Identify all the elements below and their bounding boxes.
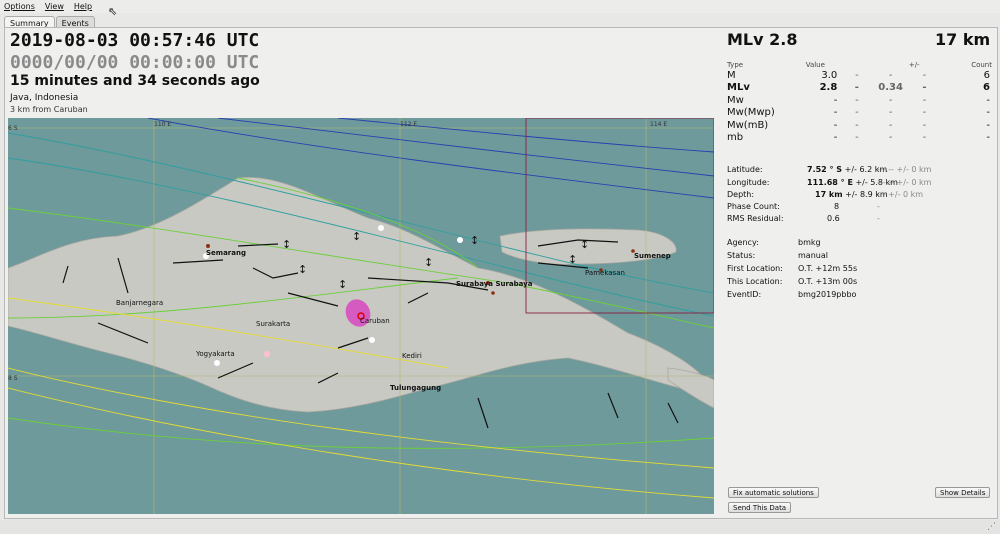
svg-text:↕: ↕: [352, 230, 361, 243]
table-row: Mw - - - - -: [727, 94, 990, 106]
place-label: Banjarnegara: [116, 299, 163, 307]
menu-bar: Options View Help: [0, 0, 1000, 13]
svg-text:↕: ↕: [424, 256, 433, 269]
status-bar: ⋰: [0, 520, 1000, 534]
place-label: Surakarta: [256, 320, 290, 328]
menu-view[interactable]: View: [45, 2, 64, 11]
java-island: [8, 176, 709, 413]
table-row: Mw(mB) - - - - -: [727, 119, 990, 131]
grid-label-112: 112 E: [400, 121, 417, 128]
svg-text:↕: ↕: [470, 234, 479, 247]
nearest-city: 3 km from Caruban: [10, 105, 88, 114]
fix-automatic-solutions-button[interactable]: Fix automatic solutions: [728, 487, 819, 498]
place-label: Sumenep: [634, 252, 671, 260]
svg-text:↕: ↕: [338, 278, 347, 291]
place-label: Semarang: [206, 249, 246, 257]
show-details-button[interactable]: Show Details: [935, 487, 991, 498]
col-value: Value: [805, 60, 825, 69]
table-row: mb - - - - -: [727, 132, 990, 144]
elapsed-time: 15 minutes and 34 seconds ago: [10, 73, 260, 89]
origin-time-secondary: 0000/00/00 00:00:00 UTC: [10, 52, 260, 73]
magnitude-table: Type Value +/- Count M 3.0- - -6 MLv 2.8-0.3…: [727, 60, 992, 144]
grid-label-110: 110 E: [154, 121, 171, 128]
svg-text:↕: ↕: [580, 238, 589, 251]
grid-label-8s: 8 S: [8, 375, 18, 382]
menu-help[interactable]: Help: [74, 2, 92, 11]
svg-text:↕: ↕: [298, 263, 307, 276]
place-label: Yogyakarta: [195, 350, 235, 358]
mouse-cursor-icon: ⇖: [108, 5, 118, 18]
place-label: Caruban: [360, 317, 390, 325]
map-canvas: ↕ ↕ ↕ ↕ ↕ ↕ ↕ ↕ 110 E 112 E 114 E 6 S 8 …: [8, 118, 714, 514]
headline-magnitude: MLv 2.8: [727, 30, 798, 49]
svg-text:↕: ↕: [282, 238, 291, 251]
region-box: [525, 118, 714, 314]
col-pm: +/-: [908, 60, 920, 69]
place-label: Surabaya Surabaya: [456, 280, 533, 288]
resize-grip-icon[interactable]: ⋰: [987, 522, 996, 532]
grid-label-6s: 6 S: [8, 125, 18, 132]
origin-time: 2019-08-03 00:57:46 UTC: [10, 30, 260, 51]
bali-island: [667, 367, 714, 409]
place-label: Kediri: [402, 352, 422, 360]
col-type: Type: [727, 60, 744, 69]
headline-depth: 17 km: [935, 30, 991, 49]
col-count: Count: [971, 60, 992, 69]
table-row: M 3.0- - -6: [727, 69, 990, 81]
menu-options[interactable]: Options: [4, 2, 35, 11]
send-data-button[interactable]: Send This Data: [728, 502, 792, 513]
region-name: Java, Indonesia: [10, 93, 79, 103]
event-map[interactable]: ↕ ↕ ↕ ↕ ↕ ↕ ↕ ↕ 110 E 112 E 114 E 6 S 8 …: [8, 118, 714, 514]
table-row: Mw(Mwp) - - - - -: [727, 107, 990, 119]
place-label: Tulungagung: [390, 384, 441, 392]
table-row: MLv 2.8-0.34-6: [727, 82, 990, 94]
svg-text:↕: ↕: [568, 253, 577, 266]
place-label: Pamekasan: [585, 269, 625, 277]
grid-label-114: 114 E: [650, 121, 667, 128]
